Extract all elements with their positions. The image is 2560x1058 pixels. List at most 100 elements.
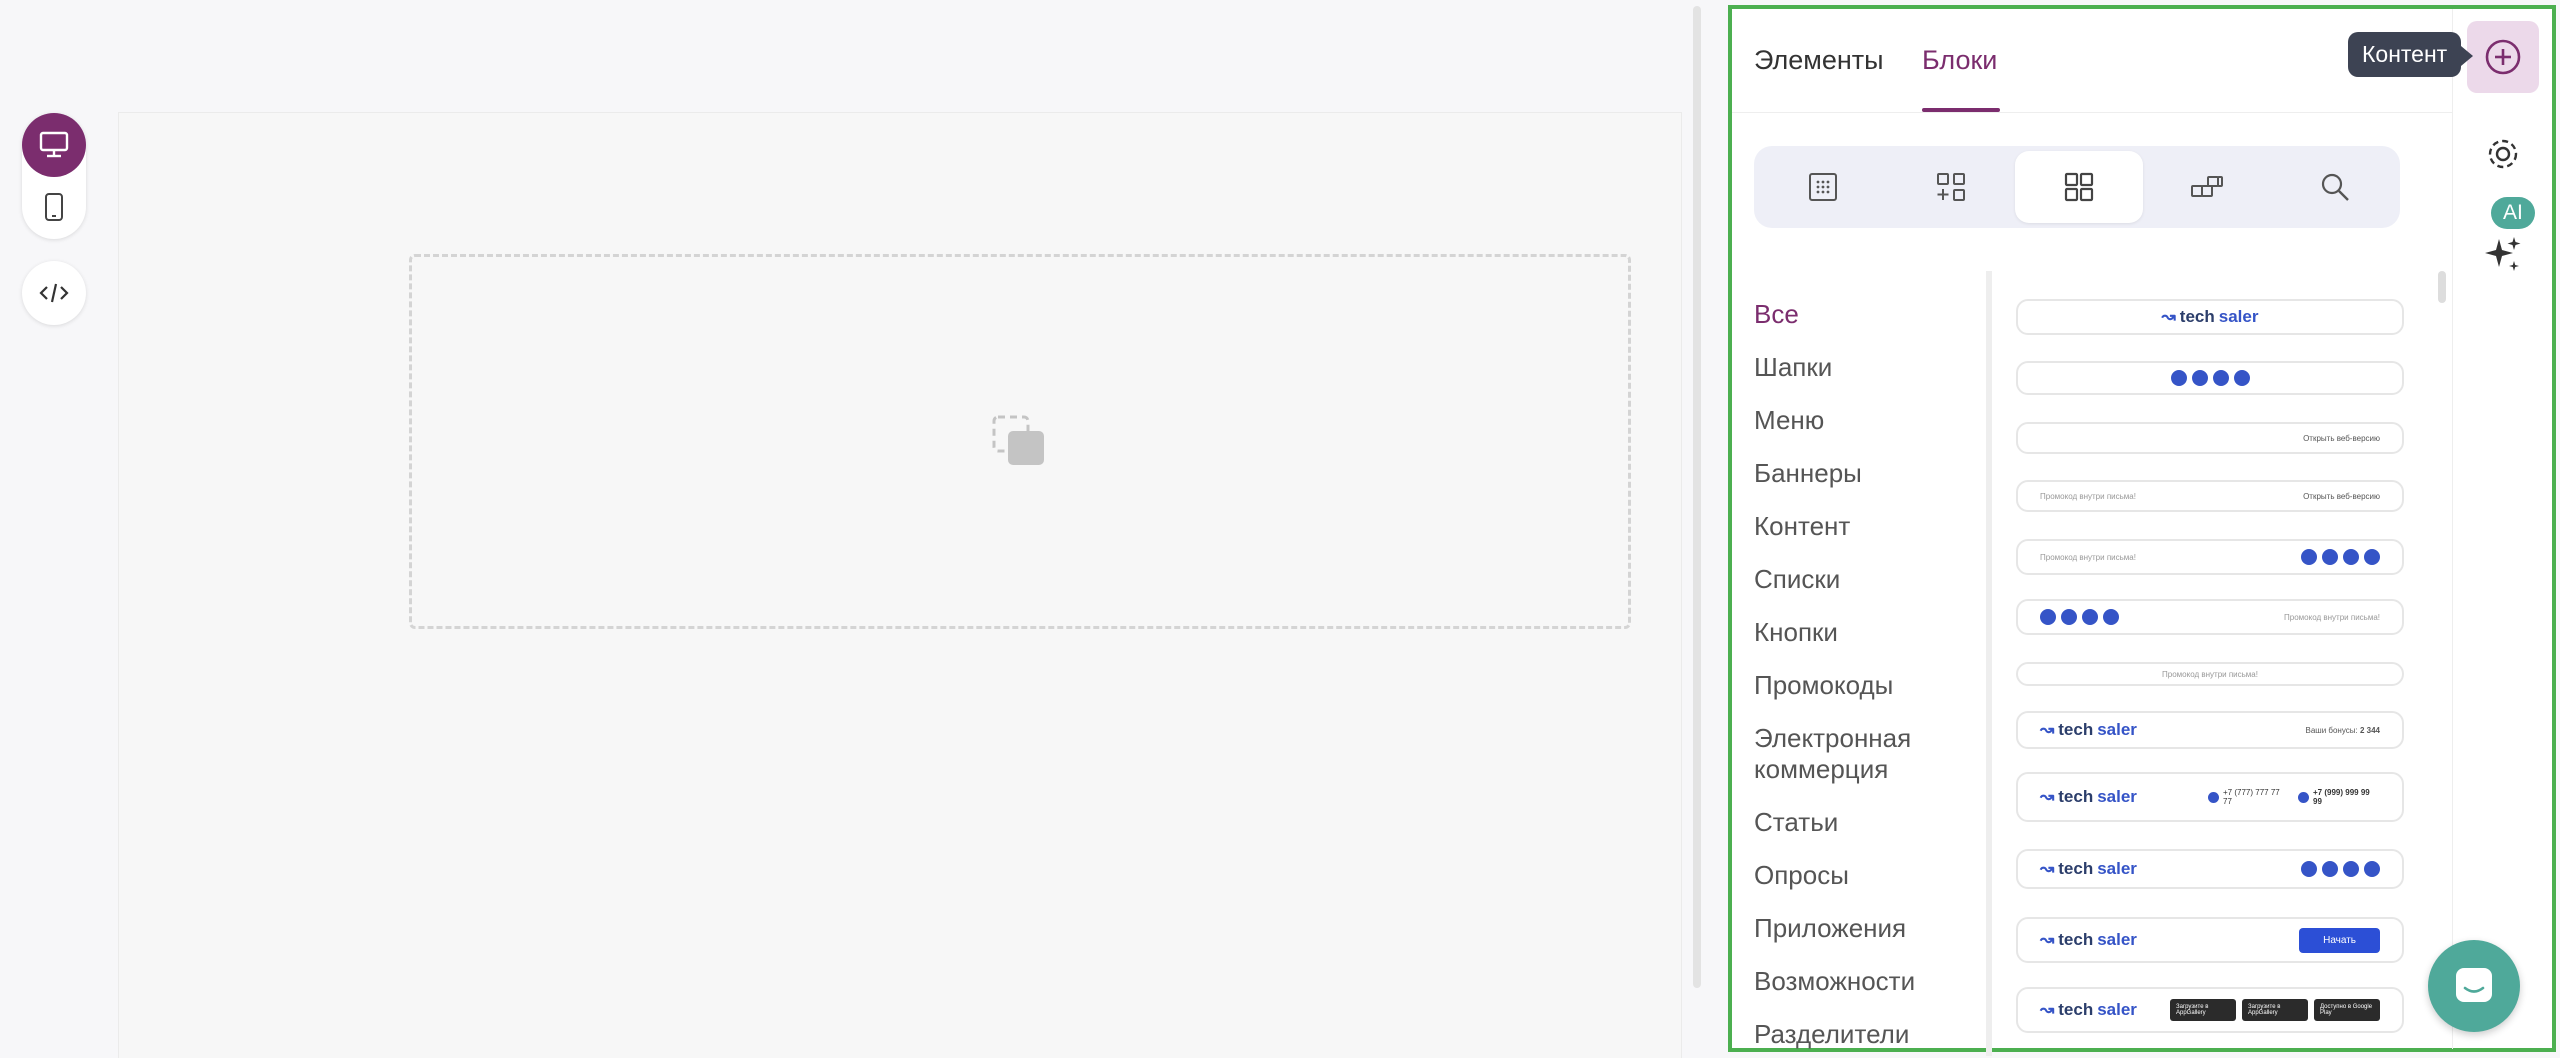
category-item[interactable]: Меню xyxy=(1754,405,1964,436)
block-preview-logo-button[interactable]: ↝ tech saler Начать xyxy=(2016,917,2404,963)
mobile-view-button[interactable] xyxy=(22,175,86,239)
techsaler-logo: ↝ tech saler xyxy=(2040,720,2137,739)
social-icons xyxy=(2301,861,2380,877)
block-preview-logo-stores[interactable]: ↝ tech saler Загрузите в AppGallery Загруз… xyxy=(2016,987,2404,1033)
add-circle-icon xyxy=(2485,39,2521,75)
ok-icon xyxy=(2364,861,2380,877)
category-item[interactable]: Электронная коммерция xyxy=(1754,723,1964,785)
techsaler-logo: ↝ tech saler xyxy=(2040,787,2137,806)
content-button[interactable] xyxy=(2467,21,2539,93)
social-icons xyxy=(2170,370,2250,386)
layers-icon xyxy=(2191,176,2223,197)
chat-support-button[interactable] xyxy=(2428,940,2520,1032)
active-tab-indicator xyxy=(1922,108,2000,112)
telegram-icon xyxy=(2040,609,2056,625)
block-preview-logo-phones[interactable]: ↝ tech saler +7 (777) 777 77 77 +7 (999) 9… xyxy=(2016,772,2404,822)
empty-block-dropzone[interactable] xyxy=(409,254,1631,629)
chat-icon xyxy=(2456,968,2492,1002)
grid-dots-icon xyxy=(1809,173,1837,201)
block-preview-webversion[interactable]: Открыть веб-версию xyxy=(2016,422,2404,454)
blocks-grid-icon xyxy=(2064,172,2094,202)
logo-mark-icon: ↝ xyxy=(2040,787,2055,806)
block-filter-bar xyxy=(1754,146,2400,228)
bonuses: Ваши бонусы: 2 344 xyxy=(2305,725,2381,735)
category-item[interactable]: Промокоды xyxy=(1754,670,1964,701)
category-item[interactable]: Кнопки xyxy=(1754,617,1964,648)
content-tooltip: Контент xyxy=(2348,32,2474,77)
editor-canvas xyxy=(118,112,1682,1058)
store-badges: Загрузите в AppGallery Загрузите в AppGa… xyxy=(2164,999,2380,1021)
youtube-icon xyxy=(2061,609,2077,625)
ok-icon xyxy=(2233,370,2250,386)
block-preview-promo-social[interactable]: Промокод внутри письма! xyxy=(2016,539,2404,575)
previews-scrollbar[interactable] xyxy=(2438,271,2446,303)
youtube-icon xyxy=(2322,549,2338,565)
start-button: Начать xyxy=(2299,927,2380,953)
ai-button[interactable] xyxy=(2467,219,2539,291)
vk-icon xyxy=(2212,370,2229,386)
logo-mark-icon: ↝ xyxy=(2040,930,2055,949)
logo-mark-icon: ↝ xyxy=(2040,1000,2055,1019)
filter-add-blocks-button[interactable] xyxy=(1887,151,2015,223)
vk-icon xyxy=(2082,609,2098,625)
block-preview-logo-bonuses[interactable]: ↝ tech saler Ваши бонусы: 2 344 xyxy=(2016,711,2404,749)
desktop-icon xyxy=(39,131,69,158)
category-item[interactable]: Контент xyxy=(1754,511,1964,542)
category-item[interactable]: Приложения xyxy=(1754,913,1964,944)
filter-search-button[interactable] xyxy=(2271,151,2399,223)
category-item[interactable]: Статьи xyxy=(1754,807,1964,838)
block-preview-promo[interactable]: Промокод внутри письма! xyxy=(2016,662,2404,686)
canvas-scrollbar[interactable] xyxy=(1693,6,1701,988)
youtube-icon xyxy=(2322,861,2338,877)
search-icon xyxy=(2321,173,2349,201)
block-preview-promo-webversion[interactable]: Промокод внутри письма! Открыть веб-верс… xyxy=(2016,480,2404,512)
gear-icon xyxy=(2488,139,2518,169)
category-item[interactable]: Все xyxy=(1754,299,1964,330)
techsaler-logo: ↝ tech saler xyxy=(2040,930,2137,949)
panel-tabs: Элементы Блоки xyxy=(1732,9,2452,113)
vk-icon xyxy=(2343,549,2359,565)
category-list: Все Шапки Меню Баннеры Контент Списки Кн… xyxy=(1754,299,1964,1058)
category-item[interactable]: Разделители xyxy=(1754,1019,1964,1050)
ok-icon xyxy=(2103,609,2119,625)
tab-blocks[interactable]: Блоки xyxy=(1922,45,1997,76)
mobile-icon xyxy=(45,193,63,221)
desktop-view-button[interactable] xyxy=(22,113,86,177)
logo-mark-icon: ↝ xyxy=(2161,307,2176,326)
category-divider xyxy=(1986,271,1992,1056)
vk-icon xyxy=(2343,861,2359,877)
block-preview-social-promo[interactable]: Промокод внутри письма! xyxy=(2016,599,2404,635)
device-toolbar xyxy=(22,113,86,325)
blocks-panel: Элементы Блоки Все Шапки Меню Баннеры Ко… xyxy=(1728,5,2556,1056)
block-preview-logo[interactable]: ↝ tech saler xyxy=(2016,299,2404,335)
telegram-icon xyxy=(2301,549,2317,565)
tab-elements[interactable]: Элементы xyxy=(1754,45,1884,76)
add-blocks-icon xyxy=(1937,173,1965,201)
telegram-icon xyxy=(2301,861,2317,877)
category-item[interactable]: Баннеры xyxy=(1754,458,1964,489)
category-item[interactable]: Опросы xyxy=(1754,860,1964,891)
phone-icon xyxy=(2298,791,2309,803)
filter-empty-button[interactable] xyxy=(1759,151,1887,223)
phones: +7 (777) 777 77 77 +7 (999) 999 99 99 xyxy=(2208,788,2380,806)
techsaler-logo: ↝ tech saler xyxy=(2161,307,2259,326)
block-preview-social[interactable] xyxy=(2016,361,2404,395)
category-item[interactable]: Возможности xyxy=(1754,966,1964,997)
youtube-icon xyxy=(2191,370,2208,386)
sparkles-icon xyxy=(2485,237,2521,271)
filter-saved-button[interactable] xyxy=(2143,151,2271,223)
device-switch xyxy=(22,113,86,239)
social-icons xyxy=(2301,549,2380,565)
empty-block-icon xyxy=(992,415,1044,465)
category-item[interactable]: Списки xyxy=(1754,564,1964,595)
code-view-button[interactable] xyxy=(22,261,86,325)
techsaler-logo: ↝ tech saler xyxy=(2040,1000,2137,1019)
category-item[interactable]: Шапки xyxy=(1754,352,1964,383)
settings-button[interactable] xyxy=(2467,118,2539,190)
phone-icon xyxy=(2208,791,2219,803)
logo-mark-icon: ↝ xyxy=(2040,720,2055,739)
google-play-badge: Доступно в Google Play xyxy=(2314,999,2380,1021)
logo-mark-icon: ↝ xyxy=(2040,859,2055,878)
block-preview-logo-social[interactable]: ↝ tech saler xyxy=(2016,849,2404,889)
filter-blocks-button[interactable] xyxy=(2015,151,2143,223)
